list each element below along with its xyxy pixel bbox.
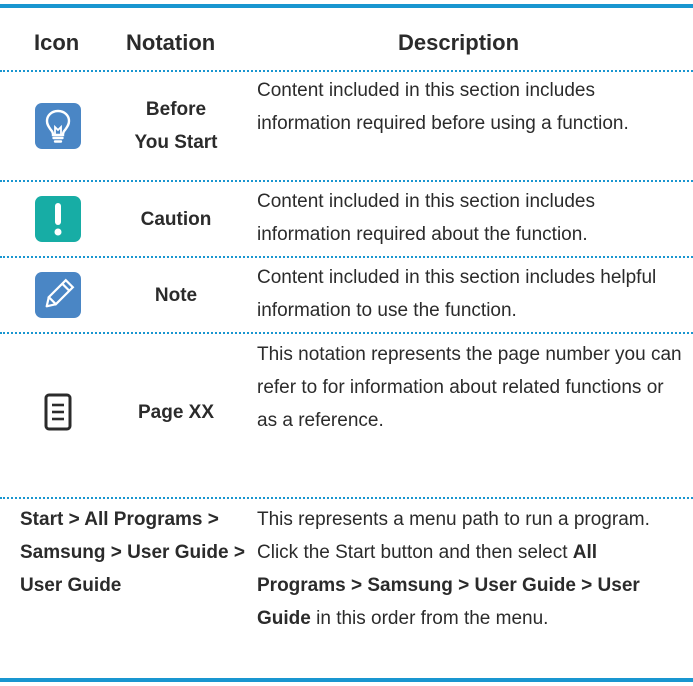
header-notation: Notation	[126, 30, 216, 55]
table-row: Start > All Programs > Samsung > User Gu…	[0, 499, 693, 677]
lightbulb-icon	[35, 103, 81, 149]
table-header: Icon Notation Description	[0, 8, 693, 70]
notation-cell: Before You Start	[112, 72, 240, 180]
menu-path-intro: This represents a menu path to run a pro…	[257, 509, 650, 530]
icon-cell	[20, 72, 96, 180]
exclamation-icon	[35, 196, 81, 242]
icon-cell	[20, 182, 96, 256]
notation-table: Icon Notation Description Before You Sta…	[0, 0, 693, 686]
menu-path-text-end: in this order from the menu.	[310, 608, 549, 629]
description-cell: This notation represents the page number…	[257, 344, 682, 431]
icon-cell	[20, 334, 96, 490]
menu-path-notation: Start > All Programs > Samsung > User Gu…	[20, 509, 245, 596]
table-row: Page XX This notation represents the pag…	[0, 334, 693, 466]
notation-label: Before	[145, 99, 207, 120]
table-row: Before You Start Content included in thi…	[0, 72, 693, 180]
description-cell: Content included in this section include…	[257, 80, 629, 134]
pencil-icon	[35, 272, 81, 318]
icon-cell	[20, 258, 96, 332]
description-cell: Content included in this section include…	[257, 267, 657, 321]
notation-cell: Page XX	[137, 401, 215, 423]
description-cell: Content included in this section include…	[257, 191, 595, 245]
table-row: Caution Content included in this section…	[0, 182, 693, 256]
header-icon: Icon	[34, 30, 80, 55]
menu-path-description: This represents a menu path to run a pro…	[257, 503, 687, 635]
notation-cell: Caution	[140, 208, 212, 230]
menu-path-text: Click the Start button and then select	[257, 542, 573, 563]
notation-label: You Start	[134, 132, 218, 153]
table-row: Note Content included in this section in…	[0, 258, 693, 332]
bottom-rule	[0, 678, 693, 682]
notation-cell: Note	[154, 284, 198, 306]
header-description: Description	[398, 30, 520, 55]
document-icon	[44, 393, 72, 431]
